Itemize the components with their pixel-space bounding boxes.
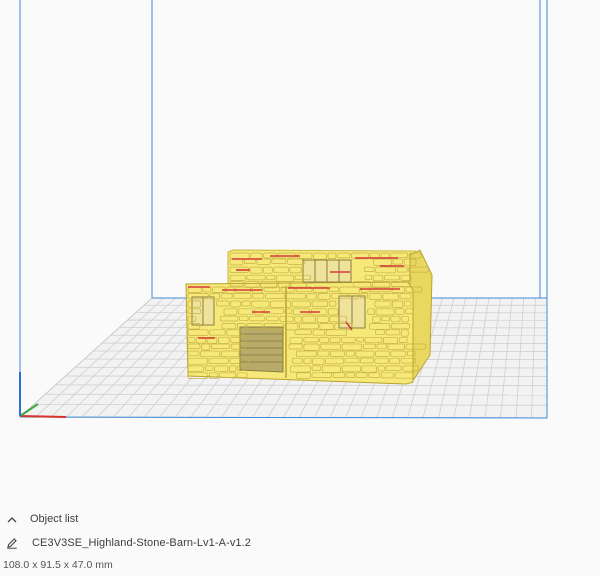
object-dimensions: 108.0 x 91.5 x 47.0 mm (3, 559, 113, 571)
object-name: CE3V3SE_Highland-Stone-Barn-Lv1-A-v1.2 (32, 537, 252, 549)
object-list-header[interactable]: Object list (5, 511, 78, 527)
3d-viewport[interactable] (0, 0, 600, 505)
object-list-item[interactable]: CE3V3SE_Highland-Stone-Barn-Lv1-A-v1.2 (5, 535, 251, 551)
x-axis (19, 415, 67, 418)
object-list-title: Object list (30, 513, 79, 525)
chevron-up-icon[interactable] (5, 516, 19, 523)
build-scene (18, 0, 548, 419)
object-list-panel: Object list CE3V3SE_Highland-Stone-Barn-… (0, 505, 600, 576)
pencil-icon[interactable] (5, 537, 19, 549)
